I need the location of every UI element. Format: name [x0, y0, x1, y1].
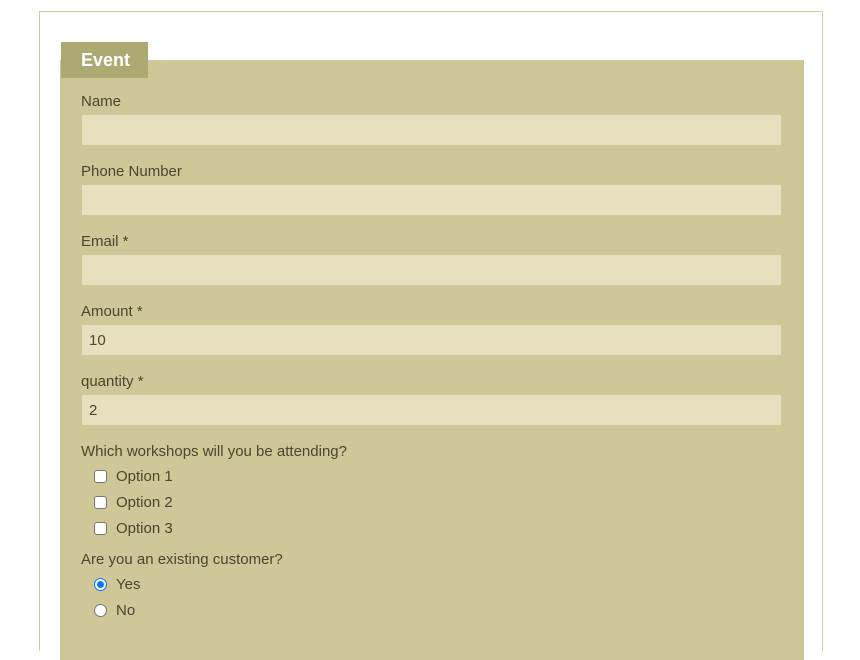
workshops-label: Which workshops will you be attending? — [81, 443, 347, 460]
option-label: Option 1 — [116, 467, 173, 485]
workshop-option-1[interactable]: Option 1 — [94, 466, 173, 486]
fieldset-legend: Event — [61, 42, 148, 78]
option-label: Yes — [116, 575, 141, 593]
checkbox-icon[interactable] — [94, 521, 107, 535]
checkbox-icon[interactable] — [94, 495, 107, 509]
name-label: Name — [81, 93, 122, 110]
email-input[interactable] — [82, 255, 781, 285]
amount-input[interactable] — [82, 325, 781, 355]
name-input[interactable] — [82, 115, 781, 145]
workshop-option-2[interactable]: Option 2 — [94, 492, 173, 512]
phone-label: Phone Number — [81, 163, 182, 180]
option-label: Option 3 — [116, 519, 173, 537]
option-label: No — [116, 601, 136, 619]
checkbox-icon[interactable] — [94, 469, 107, 483]
phone-input[interactable] — [82, 185, 781, 215]
workshop-option-3[interactable]: Option 3 — [94, 518, 173, 538]
option-label: Option 2 — [116, 493, 173, 511]
event-fieldset — [60, 60, 804, 660]
radio-checked-icon[interactable] — [94, 577, 107, 591]
quantity-input[interactable] — [82, 395, 781, 425]
customer-label: Are you an existing customer? — [81, 551, 283, 568]
customer-option-yes[interactable]: Yes — [94, 574, 140, 594]
radio-icon[interactable] — [94, 603, 107, 617]
customer-option-no[interactable]: No — [94, 600, 135, 620]
email-label: Email * — [81, 233, 129, 250]
amount-label: Amount * — [81, 303, 143, 320]
quantity-label: quantity * — [81, 373, 144, 390]
